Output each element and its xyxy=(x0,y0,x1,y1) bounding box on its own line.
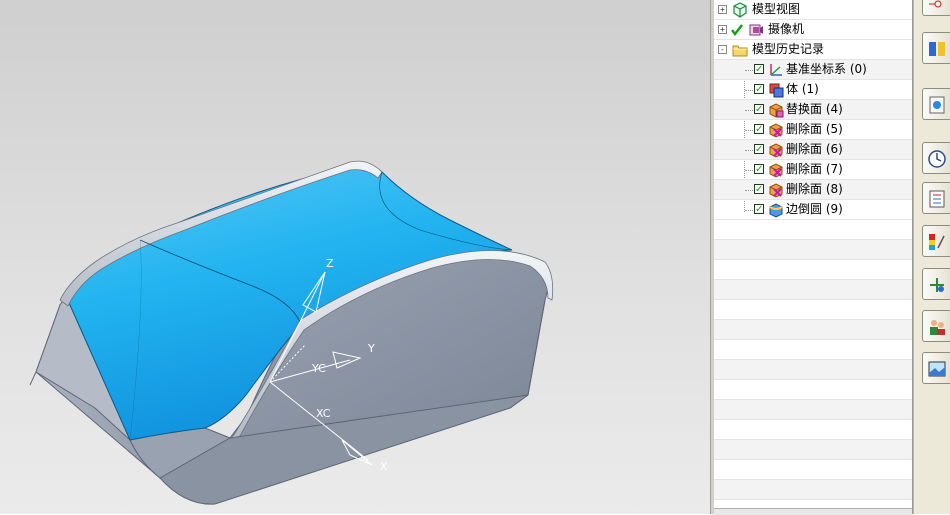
part-navigator: + 模型视图 + 摄像机 - 模型历史记录 ✓ 基准坐标系 (0) ✓ 体 (1… xyxy=(714,0,913,514)
axis-label-yc: YC xyxy=(311,362,326,375)
expand-toggle[interactable]: + xyxy=(718,25,727,34)
feature-checkbox[interactable]: ✓ xyxy=(754,124,764,135)
nav-row-model-history[interactable]: - 模型历史记录 xyxy=(714,40,912,60)
nav-row-label: 删除面 (5) xyxy=(786,122,843,136)
nav-row-body[interactable]: ✓ 体 (1) xyxy=(714,80,912,100)
roles-icon xyxy=(930,320,945,335)
rb-button-constraint[interactable] xyxy=(922,32,950,64)
nav-row-label: 删除面 (8) xyxy=(786,182,843,196)
part-model-render: Z Y X YC XC xyxy=(29,160,554,505)
expand-toggle[interactable]: + xyxy=(718,5,727,14)
feature-checkbox[interactable]: ✓ xyxy=(754,104,764,115)
constraint-navigator-icon xyxy=(929,42,945,56)
rb-button-analysis[interactable] xyxy=(922,225,950,257)
body-icon xyxy=(769,83,784,98)
rb-button-reuse-library[interactable] xyxy=(922,182,950,214)
nav-row-label: 模型视图 xyxy=(752,2,801,16)
delete-face-icon xyxy=(769,163,783,178)
nav-row-replace-face[interactable]: ✓ 替换面 (4) xyxy=(714,100,912,120)
nav-row-label: 删除面 (7) xyxy=(786,162,843,176)
nav-row-label: 基准坐标系 (0) xyxy=(786,62,867,76)
nav-row-label: 边倒圆 (9) xyxy=(786,202,843,216)
system-scene-icon xyxy=(928,361,946,377)
delete-face-icon xyxy=(769,123,783,138)
axis-label-x: X xyxy=(380,460,388,473)
nav-row-edge-blend[interactable]: ✓ 边倒圆 (9) xyxy=(714,200,912,220)
process-studio-icon xyxy=(930,278,944,292)
feature-checkbox[interactable]: ✓ xyxy=(754,184,764,195)
nav-row-delete-face[interactable]: ✓ 删除面 (8) xyxy=(714,180,912,200)
axis-label-y: Y xyxy=(367,342,375,355)
resource-bar xyxy=(913,0,950,514)
check-mark-icon xyxy=(731,24,743,36)
nav-row-delete-face[interactable]: ✓ 删除面 (5) xyxy=(714,120,912,140)
graphics-viewport[interactable]: Z Y X YC XC xyxy=(0,0,710,514)
nav-row-cameras[interactable]: + 摄像机 xyxy=(714,20,912,40)
feature-checkbox[interactable]: ✓ xyxy=(754,204,764,215)
rb-button-roles[interactable] xyxy=(922,310,950,342)
replace-face-icon xyxy=(769,103,784,118)
nav-row-label: 删除面 (6) xyxy=(786,142,843,156)
nav-row-label: 摄像机 xyxy=(768,22,805,36)
nav-row-model-views[interactable]: + 模型视图 xyxy=(714,0,912,20)
nav-row-delete-face[interactable]: ✓ 删除面 (7) xyxy=(714,160,912,180)
nav-row-datum-csys[interactable]: ✓ 基准坐标系 (0) xyxy=(714,60,912,80)
delete-face-icon xyxy=(769,183,783,198)
feature-checkbox[interactable]: ✓ xyxy=(754,64,764,75)
analysis-icon xyxy=(929,234,945,250)
feature-checkbox[interactable]: ✓ xyxy=(754,84,764,95)
edge-blend-icon xyxy=(769,203,783,218)
part-navigator-icon xyxy=(929,96,945,114)
axis-label-xc: XC xyxy=(316,407,331,420)
nav-row-label: 替换面 (4) xyxy=(786,102,843,116)
rb-button-history[interactable] xyxy=(922,142,950,174)
history-icon xyxy=(928,150,946,168)
nav-row-delete-face[interactable]: ✓ 删除面 (6) xyxy=(714,140,912,160)
collapse-toggle[interactable]: - xyxy=(718,45,727,54)
rb-button-part-navigator[interactable] xyxy=(922,88,950,120)
cameras-icon xyxy=(749,24,763,36)
nav-row-label: 模型历史记录 xyxy=(752,42,825,56)
folder-icon xyxy=(732,45,748,57)
axis-label-z: Z xyxy=(326,257,334,270)
reuse-library-icon xyxy=(929,190,945,208)
feature-checkbox[interactable]: ✓ xyxy=(754,144,764,155)
rb-button-system-scene[interactable] xyxy=(922,352,950,384)
model-views-icon xyxy=(733,2,747,18)
assembly-navigator-icon xyxy=(929,0,942,8)
datum-csys-icon xyxy=(770,64,782,76)
nav-row-label: 体 (1) xyxy=(786,82,819,96)
delete-face-icon xyxy=(769,143,783,158)
rb-button-assembly[interactable] xyxy=(922,0,950,16)
feature-checkbox[interactable]: ✓ xyxy=(754,164,764,175)
rb-button-process-studio[interactable] xyxy=(922,268,950,300)
